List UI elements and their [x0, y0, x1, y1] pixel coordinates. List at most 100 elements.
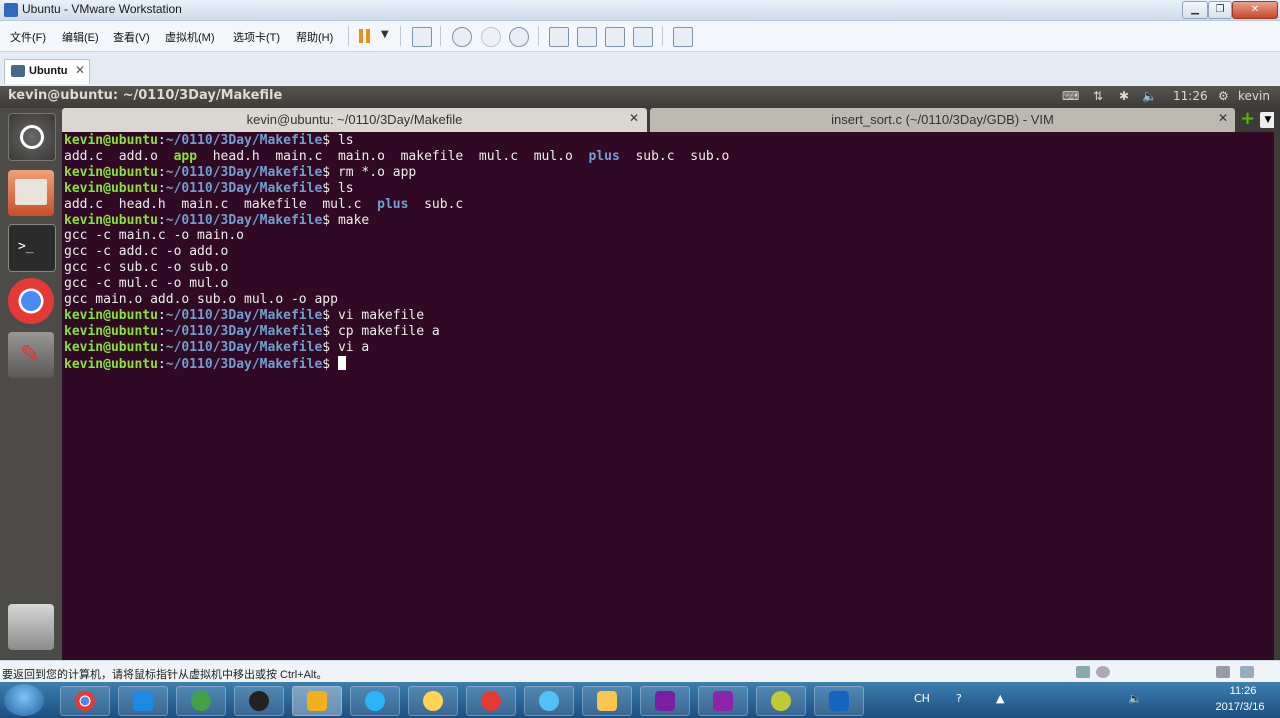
- volume-icon[interactable]: 🔈: [1142, 89, 1157, 103]
- ls-entry: plus: [588, 148, 620, 164]
- unity-mode-icon[interactable]: [633, 27, 653, 47]
- dash-home-icon[interactable]: [8, 113, 56, 161]
- bluetooth-icon[interactable]: ✱: [1119, 89, 1129, 103]
- clock[interactable]: 11:26: [1173, 89, 1208, 103]
- snapshot-manager-icon[interactable]: [509, 27, 529, 47]
- menu-edit[interactable]: 编辑(E): [62, 29, 99, 45]
- single-window-icon[interactable]: [577, 27, 597, 47]
- chrome-icon[interactable]: [8, 278, 54, 324]
- taskbar-qq[interactable]: [234, 686, 284, 716]
- maximize-button[interactable]: ❐: [1208, 1, 1232, 19]
- keyboard-icon[interactable]: ⌨: [1062, 89, 1079, 103]
- ls-gap: [197, 149, 213, 164]
- snapshot-icon[interactable]: [452, 27, 472, 47]
- printer-icon[interactable]: [1216, 666, 1230, 678]
- ls-gap: [361, 197, 377, 212]
- terminal-line: add.c head.h main.c makefile mul.c plus …: [64, 197, 729, 213]
- taskbar-cloud[interactable]: [524, 686, 574, 716]
- trash-icon[interactable]: [8, 604, 54, 650]
- menu-tabs[interactable]: 选项卡(T): [233, 29, 280, 45]
- send-ctrl-alt-del-icon[interactable]: [412, 27, 432, 47]
- taskbar-vmware[interactable]: [292, 686, 342, 716]
- user-name[interactable]: kevin: [1238, 89, 1270, 103]
- vmware-status-bar: 要返回到您的计算机，请将鼠标指针从虚拟机中移出或按 Ctrl+Alt。: [0, 660, 1280, 683]
- ls-gap: [228, 197, 244, 212]
- terminal-tab-makefile[interactable]: kevin@ubuntu: ~/0110/3Day/Makefile ✕: [62, 108, 647, 132]
- files-icon[interactable]: [8, 170, 54, 216]
- vm-tab-ubuntu[interactable]: Ubuntu ✕: [4, 59, 90, 84]
- volume-icon[interactable]: 🔈: [1128, 692, 1142, 705]
- toolbar-separator: [348, 26, 349, 46]
- command-text: ls: [337, 180, 354, 196]
- terminal-tab-label: kevin@ubuntu: ~/0110/3Day/Makefile: [246, 112, 463, 127]
- revert-snapshot-icon[interactable]: [481, 27, 501, 47]
- ls-entry: sub.o: [690, 148, 730, 164]
- taskbar-onenote-2[interactable]: [698, 686, 748, 716]
- ls-gap: [518, 149, 534, 164]
- taskbar-onenote[interactable]: [640, 686, 690, 716]
- taskbar-explorer[interactable]: [582, 686, 632, 716]
- status-message: 要返回到您的计算机，请将鼠标指针从虚拟机中移出或按 Ctrl+Alt。: [2, 669, 328, 681]
- terminal-tab-vim[interactable]: insert_sort.c (~/0110/3Day/GDB) - VIM ✕: [650, 108, 1235, 132]
- active-window-title: kevin@ubuntu: ~/0110/3Day/Makefile: [8, 88, 283, 103]
- terminal-line: kevin@ubuntu:~/0110/3Day/Makefile$ ls: [64, 181, 729, 197]
- terminal-output[interactable]: kevin@ubuntu:~/0110/3Day/Makefile$ ls add…: [62, 132, 1274, 660]
- prompt-separator: :: [157, 323, 166, 339]
- ls-entry: main.c: [275, 148, 323, 164]
- prompt-path: ~/0110/3Day/Makefile: [165, 323, 323, 339]
- display-icon[interactable]: [1240, 666, 1254, 678]
- help-icon[interactable]: ?: [956, 692, 962, 705]
- tray-expand-icon[interactable]: ▲: [996, 692, 1004, 705]
- taskbar-clock-time[interactable]: 11:26: [1208, 685, 1278, 697]
- prompt-separator: :: [157, 180, 166, 196]
- taskbar-ie[interactable]: [756, 686, 806, 716]
- terminal-icon[interactable]: >_: [8, 224, 56, 272]
- taskbar-clock-date[interactable]: 2017/3/16: [1200, 701, 1280, 713]
- prompt-user: kevin@ubuntu: [64, 339, 158, 355]
- taskbar-media[interactable]: [466, 686, 516, 716]
- library-view-icon[interactable]: [549, 27, 569, 47]
- fullscreen-icon[interactable]: [605, 27, 625, 47]
- start-button[interactable]: [4, 684, 44, 716]
- ls-gap: [675, 149, 691, 164]
- taskbar-baidu-cloud[interactable]: [350, 686, 400, 716]
- console-view-icon[interactable]: [673, 27, 693, 47]
- taskbar-weather[interactable]: [408, 686, 458, 716]
- gear-icon[interactable]: ⚙: [1218, 89, 1229, 103]
- close-button[interactable]: ✕: [1232, 1, 1278, 19]
- menu-help[interactable]: 帮助(H): [296, 29, 333, 45]
- menu-file[interactable]: 文件(F): [10, 29, 46, 45]
- taskbar-atom[interactable]: [176, 686, 226, 716]
- prompt-symbol: $: [322, 180, 338, 196]
- terminal-scrollbar[interactable]: [1274, 108, 1280, 660]
- ls-entry: makefile: [244, 196, 307, 212]
- close-tab-icon[interactable]: ✕: [75, 63, 85, 77]
- command-text: make: [337, 212, 370, 228]
- ls-gap: [385, 149, 401, 164]
- network-icon[interactable]: ⇅: [1093, 89, 1103, 103]
- close-tab-icon[interactable]: ✕: [1218, 111, 1228, 125]
- ls-entry: plus: [377, 196, 409, 212]
- add-tab-icon[interactable]: +: [1240, 110, 1258, 129]
- output-text: gcc main.o add.o sub.o mul.o -o app: [64, 292, 338, 308]
- close-tab-icon[interactable]: ✕: [629, 111, 639, 125]
- hdd-icon[interactable]: [1076, 666, 1090, 678]
- minimize-button[interactable]: ▁: [1182, 1, 1208, 19]
- input-language[interactable]: CH: [914, 692, 930, 705]
- chevron-down-icon[interactable]: ▼: [381, 29, 389, 40]
- system-settings-icon[interactable]: ✎: [8, 332, 54, 378]
- menu-vm[interactable]: 虚拟机(M): [165, 29, 215, 45]
- command-text: vi a: [337, 339, 370, 355]
- terminal-line: kevin@ubuntu:~/0110/3Day/Makefile$ cp ma…: [64, 324, 729, 340]
- cdrom-icon[interactable]: [1096, 666, 1110, 678]
- command-text: rm *.o app: [337, 164, 417, 180]
- menu-view[interactable]: 查看(V): [113, 29, 150, 45]
- taskbar-chrome[interactable]: [60, 686, 110, 716]
- taskbar-word[interactable]: [814, 686, 864, 716]
- terminal-tab-bar: kevin@ubuntu: ~/0110/3Day/Makefile ✕ ins…: [62, 108, 1280, 132]
- pause-icon[interactable]: [358, 28, 372, 44]
- taskbar-app-blue[interactable]: [118, 686, 168, 716]
- prompt-separator: :: [157, 356, 166, 372]
- terminal-line: kevin@ubuntu:~/0110/3Day/Makefile$ ls: [64, 133, 729, 149]
- terminal-line: gcc -c main.c -o main.o: [64, 228, 729, 244]
